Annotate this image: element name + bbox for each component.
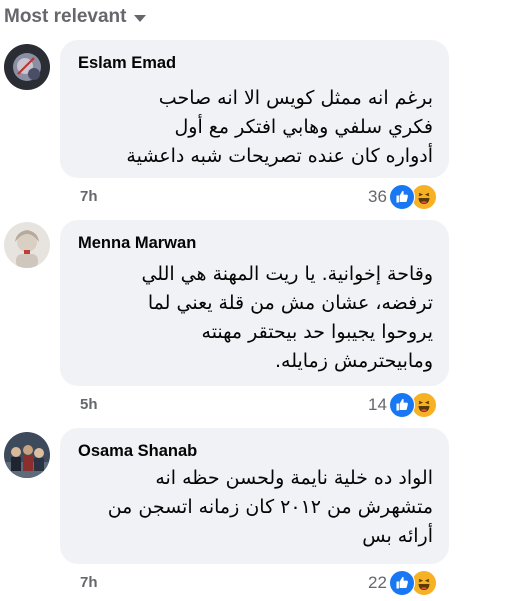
reaction-count: 36: [368, 187, 387, 206]
reaction-summary[interactable]: 22: [368, 570, 439, 596]
comment-line: ترفضه، عشان مش من قلة يعني لما: [147, 292, 433, 314]
comment-line: ومابيحترمش زمايله.: [274, 350, 433, 372]
comment-line: يروحوا يجيبوا حد بيحتقر مهنته: [201, 321, 433, 343]
comment-line: وقاحة إخوانية. يا ريت المهنة هي اللي: [141, 263, 433, 285]
like-icon: [388, 392, 415, 418]
chevron-down-icon: [134, 14, 147, 22]
comment-timestamp[interactable]: 7h: [80, 574, 98, 591]
comment-line: متشهرش من ٢٠١٢ كان زمانه اتسجن من: [107, 496, 433, 518]
avatar[interactable]: [4, 222, 50, 268]
avatar[interactable]: [4, 432, 50, 478]
comment-bubble: Osama Shanab الواد ده خلية نايمة ولحسن ح…: [60, 428, 449, 564]
like-icon: [388, 570, 415, 596]
comment-bubble: Menna Marwan وقاحة إخوانية. يا ريت المهن…: [60, 220, 449, 386]
comment-author[interactable]: Osama Shanab: [78, 442, 197, 461]
comment-text: وقاحة إخوانية. يا ريت المهنة هي اللي ترف…: [74, 260, 433, 376]
comment-line: أرائه بس: [362, 525, 433, 547]
comment-author[interactable]: Menna Marwan: [78, 234, 196, 253]
comment-line: أدواره كان عنده تصريحات شبه داعشية: [126, 145, 433, 167]
comment-bubble: Eslam Emad برغم انه ممثل كويس الا انه صا…: [60, 40, 449, 178]
reaction-summary[interactable]: 36: [368, 184, 439, 210]
comment-timestamp[interactable]: 7h: [80, 188, 98, 205]
reaction-summary[interactable]: 14: [368, 392, 439, 418]
comment-text: برغم انه ممثل كويس الا انه صاحب فكري سلف…: [74, 84, 433, 171]
like-icon: [388, 184, 415, 210]
reaction-icons: [388, 184, 439, 210]
comment-author[interactable]: Eslam Emad: [78, 54, 176, 73]
reaction-icons: [388, 570, 439, 596]
comment-line: الواد ده خلية نايمة ولحسن حظه انه: [155, 467, 433, 489]
comment-text: الواد ده خلية نايمة ولحسن حظه انه متشهرش…: [74, 464, 433, 551]
reaction-count: 14: [368, 395, 387, 414]
sort-label: Most relevant: [4, 6, 127, 27]
comment-line: برغم انه ممثل كويس الا انه صاحب: [158, 87, 433, 109]
avatar[interactable]: [4, 44, 50, 90]
reaction-icons: [388, 392, 439, 418]
comment-line: فكري سلفي وهابي افتكر مع أول: [174, 116, 433, 138]
reaction-count: 22: [368, 573, 387, 592]
sort-dropdown[interactable]: Most relevant: [4, 2, 147, 32]
comment-timestamp[interactable]: 5h: [80, 396, 98, 413]
